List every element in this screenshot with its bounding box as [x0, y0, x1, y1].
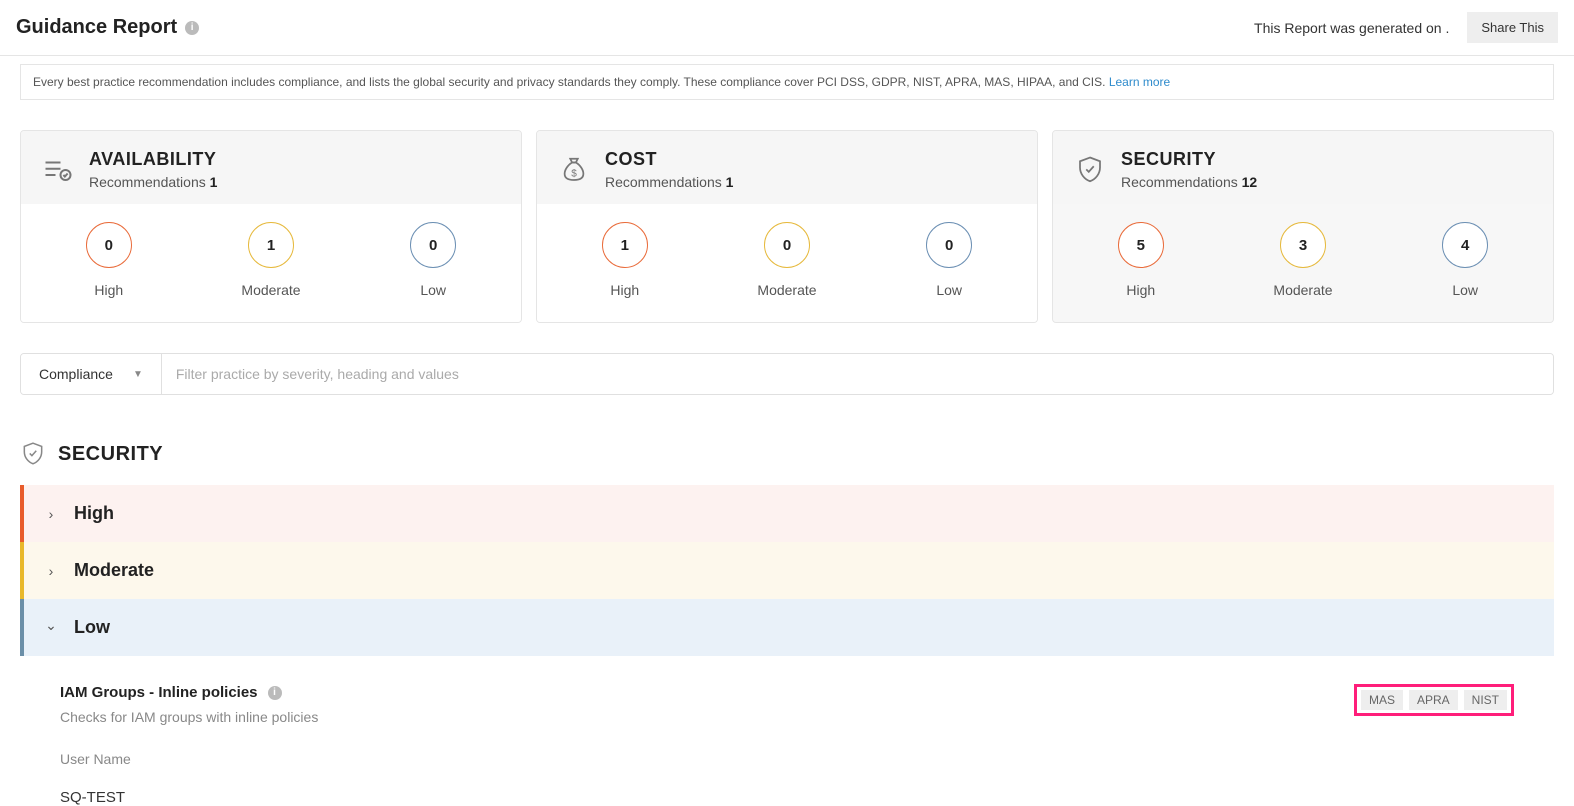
severity-row-high[interactable]: › High — [20, 485, 1554, 542]
card-title: COST — [605, 149, 733, 170]
moderate-label: Moderate — [241, 282, 300, 298]
chevron-down-icon: ▼ — [133, 369, 143, 380]
rec-label: Recommendations — [89, 174, 210, 190]
finding-block: IAM Groups - Inline policies i Checks fo… — [60, 684, 1514, 806]
column-header: User Name — [60, 751, 1514, 767]
learn-more-link[interactable]: Learn more — [1109, 75, 1170, 89]
card-body: 5 High 3 Moderate 4 Low — [1053, 204, 1553, 322]
low-count: 0 — [926, 222, 972, 268]
metric-low: 0 Low — [926, 222, 972, 298]
card-title: SECURITY — [1121, 149, 1257, 170]
card-body: 1 High 0 Moderate 0 Low — [537, 204, 1037, 322]
finding-desc: Checks for IAM groups with inline polici… — [60, 709, 318, 725]
card-header: SECURITY Recommendations 12 — [1053, 131, 1553, 204]
card-body: 0 High 1 Moderate 0 Low — [21, 204, 521, 322]
high-label: High — [610, 282, 639, 298]
severity-row-moderate[interactable]: › Moderate — [20, 542, 1554, 599]
section-title: SECURITY — [20, 441, 1554, 467]
high-count: 5 — [1118, 222, 1164, 268]
card-subtitle: Recommendations 1 — [89, 174, 217, 190]
moderate-count: 1 — [248, 222, 294, 268]
metric-high: 1 High — [602, 222, 648, 298]
shield-check-icon — [1073, 153, 1107, 187]
page-header: Guidance Report i This Report was genera… — [0, 0, 1574, 56]
tag-nist[interactable]: NIST — [1464, 690, 1507, 710]
compliance-tags: MAS APRA NIST — [1354, 684, 1514, 716]
info-icon[interactable]: i — [185, 21, 199, 35]
card-header: $ COST Recommendations 1 — [537, 131, 1037, 204]
page-title: Guidance Report — [16, 16, 177, 39]
card-cost[interactable]: $ COST Recommendations 1 1 High 0 Modera… — [536, 130, 1038, 323]
low-label: Low — [1452, 282, 1478, 298]
banner-text: Every best practice recommendation inclu… — [33, 75, 1109, 89]
rec-count: 1 — [210, 174, 218, 190]
money-bag-icon: $ — [557, 153, 591, 187]
metric-moderate: 1 Moderate — [241, 222, 300, 298]
finding-title-row: IAM Groups - Inline policies i — [60, 684, 318, 701]
severity-label: Moderate — [74, 560, 154, 581]
moderate-label: Moderate — [1273, 282, 1332, 298]
severity-label: Low — [74, 617, 110, 638]
moderate-label: Moderate — [757, 282, 816, 298]
rec-count: 12 — [1242, 174, 1258, 190]
high-count: 1 — [602, 222, 648, 268]
compliance-dropdown[interactable]: Compliance ▼ — [21, 354, 162, 394]
card-header: AVAILABILITY Recommendations 1 — [21, 131, 521, 204]
card-availability[interactable]: AVAILABILITY Recommendations 1 0 High 1 … — [20, 130, 522, 323]
rec-count: 1 — [726, 174, 734, 190]
card-subtitle: Recommendations 1 — [605, 174, 733, 190]
table-row: SQ-TEST — [60, 789, 1514, 806]
metric-high: 5 High — [1118, 222, 1164, 298]
generated-label: This Report was generated on — [1254, 20, 1442, 36]
card-subtitle: Recommendations 12 — [1121, 174, 1257, 190]
share-button[interactable]: Share This — [1467, 12, 1558, 43]
metric-low: 4 Low — [1442, 222, 1488, 298]
card-titles: COST Recommendations 1 — [605, 149, 733, 190]
card-titles: SECURITY Recommendations 12 — [1121, 149, 1257, 190]
moderate-count: 3 — [1280, 222, 1326, 268]
header-left: Guidance Report i — [16, 16, 199, 39]
metric-low: 0 Low — [410, 222, 456, 298]
low-label: Low — [420, 282, 446, 298]
severity-label: High — [74, 503, 114, 524]
high-label: High — [1126, 282, 1155, 298]
low-label: Low — [936, 282, 962, 298]
metric-moderate: 0 Moderate — [757, 222, 816, 298]
metric-moderate: 3 Moderate — [1273, 222, 1332, 298]
generated-text: This Report was generated on . — [1254, 20, 1449, 36]
tag-mas[interactable]: MAS — [1361, 690, 1403, 710]
dropdown-label: Compliance — [39, 366, 113, 382]
info-icon[interactable]: i — [268, 686, 282, 700]
chevron-down-icon: ⌄ — [44, 617, 58, 634]
list-check-icon — [41, 153, 75, 187]
generated-value: . — [1445, 20, 1449, 36]
rec-label: Recommendations — [1121, 174, 1242, 190]
svg-text:$: $ — [571, 168, 577, 179]
tag-apra[interactable]: APRA — [1409, 690, 1458, 710]
section-heading: SECURITY — [58, 443, 163, 466]
chevron-right-icon: › — [44, 506, 58, 522]
severity-row-low[interactable]: ⌄ Low — [20, 599, 1554, 656]
high-label: High — [94, 282, 123, 298]
high-count: 0 — [86, 222, 132, 268]
moderate-count: 0 — [764, 222, 810, 268]
shield-check-icon — [20, 441, 46, 467]
card-titles: AVAILABILITY Recommendations 1 — [89, 149, 217, 190]
finding-text: IAM Groups - Inline policies i Checks fo… — [60, 684, 318, 725]
finding-title: IAM Groups - Inline policies — [60, 684, 258, 701]
chevron-right-icon: › — [44, 563, 58, 579]
card-security[interactable]: SECURITY Recommendations 12 5 High 3 Mod… — [1052, 130, 1554, 323]
card-title: AVAILABILITY — [89, 149, 217, 170]
compliance-banner: Every best practice recommendation inclu… — [20, 64, 1554, 100]
summary-cards: AVAILABILITY Recommendations 1 0 High 1 … — [20, 130, 1554, 323]
filter-row: Compliance ▼ — [20, 353, 1554, 395]
header-right: This Report was generated on . Share Thi… — [1254, 12, 1558, 43]
rec-label: Recommendations — [605, 174, 726, 190]
low-count: 4 — [1442, 222, 1488, 268]
low-count: 0 — [410, 222, 456, 268]
metric-high: 0 High — [86, 222, 132, 298]
filter-input[interactable] — [162, 354, 1553, 394]
finding-header: IAM Groups - Inline policies i Checks fo… — [60, 684, 1514, 725]
